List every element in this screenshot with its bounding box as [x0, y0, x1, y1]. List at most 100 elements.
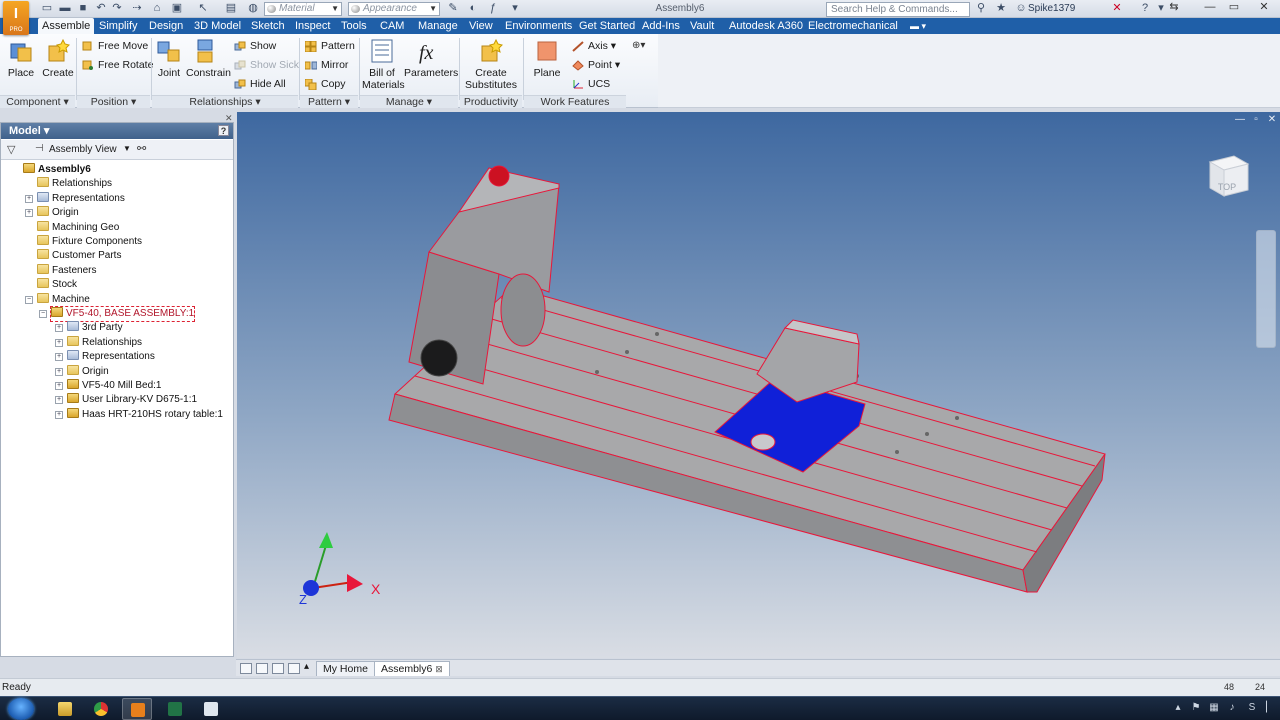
- expand-toggle-icon[interactable]: +: [55, 324, 63, 333]
- expand-toggle-icon[interactable]: −: [39, 310, 47, 318]
- save-icon[interactable]: ■: [76, 2, 90, 15]
- pattern-panel-label[interactable]: Pattern ▾: [300, 95, 358, 108]
- ribbon-options-icon[interactable]: ▬ ▾: [906, 18, 930, 34]
- plane-button[interactable]: Plane: [530, 38, 564, 79]
- help-icon[interactable]: ?: [1138, 2, 1152, 15]
- redo-icon[interactable]: ↷: [110, 2, 124, 15]
- point-button[interactable]: Point ▾: [572, 58, 620, 72]
- viewport-close-icon[interactable]: ✕: [1265, 114, 1279, 126]
- tree-item[interactable]: Customer Parts: [37, 249, 121, 263]
- free-rotate-button[interactable]: Free Rotate: [82, 58, 153, 72]
- tray-network-icon[interactable]: ▦: [1208, 702, 1220, 714]
- place-button[interactable]: Place: [6, 38, 36, 79]
- tree-item[interactable]: − Machine: [25, 292, 90, 307]
- home-icon[interactable]: ⌂: [150, 2, 164, 15]
- browser-header[interactable]: Model ▾ ?: [1, 123, 233, 139]
- tab-environments[interactable]: Environments: [501, 18, 576, 34]
- tree-item[interactable]: Fasteners: [37, 263, 96, 278]
- pattern-button[interactable]: Pattern: [305, 39, 355, 53]
- vise-screw[interactable]: [750, 433, 776, 451]
- taskbar-explorer[interactable]: [50, 698, 80, 720]
- expand-toggle-icon[interactable]: −: [25, 295, 33, 304]
- tray-arrow-icon[interactable]: ▴: [1172, 702, 1184, 714]
- tree-item[interactable]: +3rd Party: [55, 321, 123, 335]
- show-button[interactable]: Show: [234, 39, 276, 53]
- tab-tools[interactable]: Tools: [337, 18, 371, 34]
- tree-item[interactable]: + Haas HRT-210HS rotary table:1: [55, 407, 223, 422]
- binoculars-icon[interactable]: ⚲: [974, 2, 988, 15]
- tree-item[interactable]: + User Library-KV D675-1:1: [55, 393, 197, 407]
- position-panel-label[interactable]: Position ▾: [77, 95, 150, 108]
- tab-autodesk-a360[interactable]: Autodesk A360: [725, 18, 807, 34]
- tree-item[interactable]: Relationships: [37, 177, 112, 191]
- tree-item[interactable]: + Origin: [25, 206, 79, 220]
- relationships-panel-label[interactable]: Relationships ▾: [152, 95, 298, 108]
- axis-button[interactable]: Axis ▾: [572, 39, 616, 53]
- tile-windows-icon[interactable]: [256, 663, 268, 674]
- exchange-icon[interactable]: ✕: [1110, 2, 1124, 15]
- ucs-button[interactable]: UCS: [572, 77, 610, 91]
- my-home-tab[interactable]: My Home: [316, 661, 375, 676]
- update-icon[interactable]: ▣: [170, 2, 184, 15]
- rotary-table-motor[interactable]: [420, 339, 458, 377]
- qat-more-icon[interactable]: ▾: [508, 2, 522, 15]
- tab-assemble[interactable]: Assemble: [38, 18, 95, 34]
- start-button[interactable]: [8, 698, 34, 720]
- clear-appearance-icon[interactable]: ✎: [446, 2, 460, 15]
- mirror-button[interactable]: Mirror: [305, 58, 348, 72]
- taskbar-excel[interactable]: [160, 698, 190, 720]
- free-move-button[interactable]: Free Move: [82, 39, 148, 53]
- create-button[interactable]: Create: [40, 38, 76, 79]
- joint-button[interactable]: Joint: [156, 38, 182, 79]
- tree-item[interactable]: Assembly6: [23, 163, 91, 177]
- favorites-star-icon[interactable]: ★: [994, 2, 1008, 15]
- tab-cam[interactable]: CAM: [376, 18, 408, 34]
- measure-icon[interactable]: ▤: [224, 2, 238, 15]
- rotary-table-faceplate[interactable]: [500, 273, 546, 347]
- tab-vault[interactable]: Vault: [686, 18, 718, 34]
- tree-item[interactable]: Stock: [37, 278, 77, 292]
- tab-sketch[interactable]: Sketch: [247, 18, 289, 34]
- arrange-windows-icon[interactable]: [272, 663, 284, 674]
- tree-item[interactable]: + Representations: [25, 191, 125, 206]
- expand-toggle-icon[interactable]: +: [55, 353, 63, 362]
- taskbar-window[interactable]: [196, 698, 226, 720]
- material-combo[interactable]: Material ▼: [264, 2, 342, 16]
- viewcube[interactable]: TOP: [1204, 152, 1250, 202]
- chevron-down-icon[interactable]: ▼: [123, 144, 131, 153]
- app-logo[interactable]: I PRO: [3, 1, 29, 35]
- bill-of-materials-button[interactable]: Bill of Materials: [362, 38, 405, 91]
- tab-list-icon[interactable]: ▴: [304, 661, 309, 672]
- expand-toggle-icon[interactable]: +: [25, 209, 33, 218]
- constrain-button[interactable]: Constrain: [186, 38, 231, 79]
- appearance-combo[interactable]: Appearance ▼: [348, 2, 440, 16]
- 3d-viewport[interactable]: X Z TOP — ▫ ✕: [237, 112, 1280, 658]
- close-icon[interactable]: ✕: [1250, 0, 1278, 16]
- filter-icon[interactable]: ▽: [7, 143, 15, 156]
- tree-item[interactable]: Machining Geo: [37, 220, 119, 235]
- open-folder-icon[interactable]: ▬: [58, 2, 72, 15]
- tree-item[interactable]: + Representations: [55, 350, 155, 364]
- expand-toggle-icon[interactable]: +: [55, 367, 63, 376]
- tree-item[interactable]: Fixture Components: [37, 235, 142, 249]
- create-substitutes-button[interactable]: Create Substitutes: [462, 38, 520, 91]
- close-tab-icon[interactable]: ⊠: [435, 664, 443, 674]
- expand-toggle-icon[interactable]: +: [25, 194, 33, 203]
- model-canvas[interactable]: X Z: [237, 112, 1280, 658]
- undo-icon[interactable]: ↶: [94, 2, 108, 15]
- settings-dropdown-icon[interactable]: ⊕▾: [632, 40, 645, 51]
- tray-volume-icon[interactable]: ♪: [1226, 702, 1238, 714]
- taskbar-chrome[interactable]: [86, 698, 116, 720]
- tab-get-started[interactable]: Get Started: [575, 18, 639, 34]
- restore-ribbon-icon[interactable]: ⇆: [1162, 0, 1186, 16]
- navigation-bar[interactable]: [1256, 230, 1276, 348]
- user-name[interactable]: Spike1379: [1028, 3, 1118, 14]
- tab-3d-model[interactable]: 3D Model: [190, 18, 245, 34]
- parameters-button[interactable]: fx Parameters: [404, 38, 458, 79]
- maximize-icon[interactable]: ▭: [1222, 0, 1246, 16]
- tab-simplify[interactable]: Simplify: [95, 18, 142, 34]
- assembly6-doc-tab[interactable]: Assembly6 ⊠: [374, 661, 450, 676]
- tray-flag-icon[interactable]: ⚑: [1190, 702, 1202, 714]
- vertical-tile-icon[interactable]: [288, 663, 300, 674]
- fx-icon[interactable]: ƒ: [486, 2, 500, 15]
